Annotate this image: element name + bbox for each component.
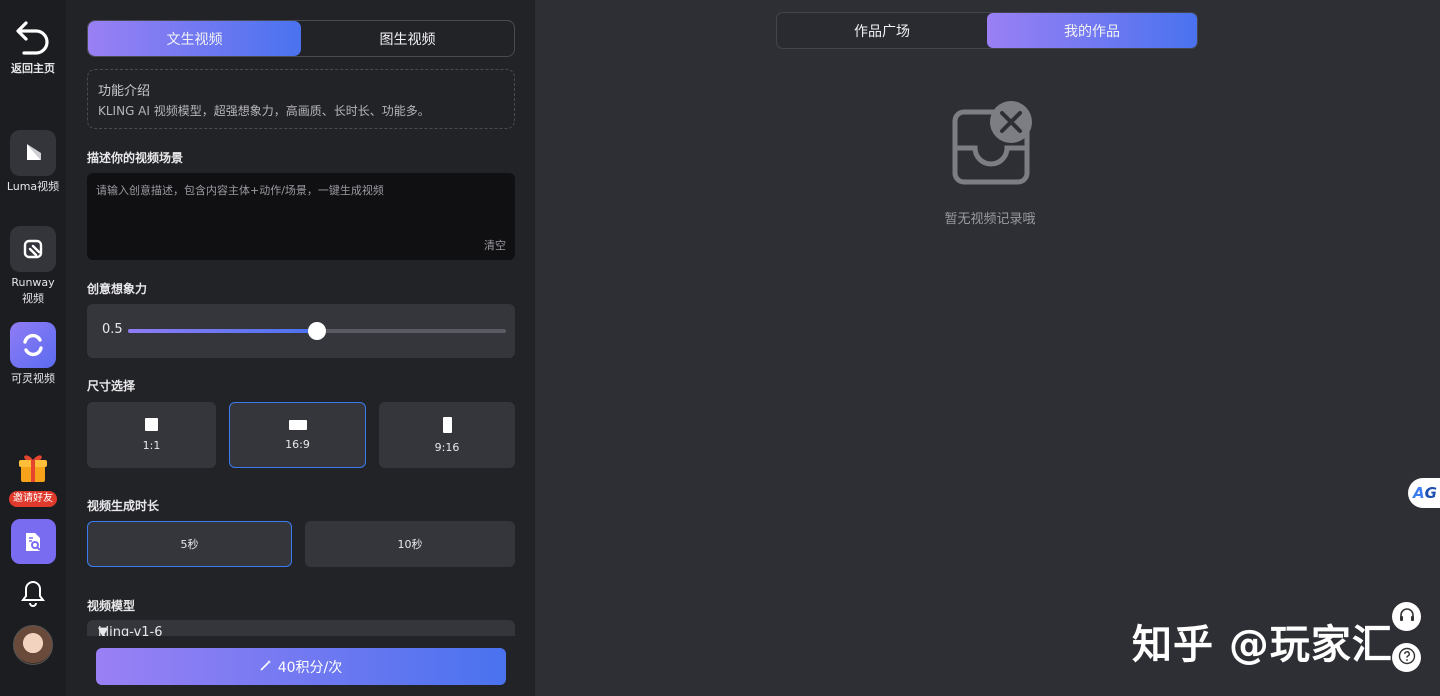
magic-wand-icon — [260, 659, 272, 674]
mode-tabs: 文生视频 图生视频 — [87, 20, 515, 57]
notifications-button[interactable] — [0, 578, 66, 608]
creativity-slider-handle[interactable] — [308, 322, 326, 340]
watermark: 知乎 @玩家汇 — [1132, 622, 1393, 668]
creativity-slider-track[interactable] — [128, 322, 506, 340]
results-tabs: 作品广场 我的作品 — [776, 12, 1198, 49]
back-arrow-icon — [10, 18, 56, 58]
size-option-label: 9:16 — [434, 440, 460, 454]
avatar-image — [13, 625, 53, 665]
generation-panel: 文生视频 图生视频 功能介绍 KLING AI 视频模型，超强想象力，高画质、长… — [66, 0, 535, 696]
generate-button-label: 40积分/次 — [277, 659, 343, 676]
ag-badge-right: G — [1424, 484, 1437, 502]
luma-icon — [10, 130, 56, 176]
feature-intro-text: KLING AI 视频模型，超强想象力，高画质、长时长、功能多。 — [98, 104, 430, 118]
bell-icon — [10, 578, 56, 608]
size-option-1-1[interactable]: 1:1 — [87, 402, 216, 468]
empty-inbox-icon — [940, 100, 1040, 194]
feature-intro: 功能介绍 KLING AI 视频模型，超强想象力，高画质、长时长、功能多。 — [87, 69, 515, 129]
headset-icon — [1398, 606, 1416, 628]
creativity-label: 创意想象力 — [87, 282, 148, 296]
bottom-bar: 40积分/次 — [66, 636, 535, 696]
rail-item-label: Luma视频 — [6, 180, 60, 193]
gift-icon — [10, 450, 56, 486]
tab-image-to-video[interactable]: 图生视频 — [301, 21, 514, 56]
creativity-slider-box: 0.5 — [87, 304, 515, 358]
square-icon — [145, 418, 158, 431]
rail-item-label: Runway视频 — [11, 276, 55, 305]
duration-label: 视频生成时长 — [87, 499, 160, 513]
tab-works-gallery[interactable]: 作品广场 — [777, 13, 987, 48]
clear-button[interactable]: 清空 — [484, 237, 506, 253]
duration-option-5s[interactable]: 5秒 — [87, 521, 292, 567]
invite-friends-button[interactable]: 邀请好友 — [0, 450, 66, 507]
creativity-slider-fill — [128, 329, 317, 333]
tab-my-works[interactable]: 我的作品 — [987, 13, 1197, 48]
prompt-box: 清空 — [87, 173, 515, 260]
document-search-button[interactable] — [0, 519, 66, 564]
tab-text-to-video[interactable]: 文生视频 — [88, 21, 301, 56]
size-option-16-9[interactable]: 16:9 — [229, 402, 366, 468]
ag-badge[interactable]: AG — [1408, 478, 1440, 508]
help-button[interactable] — [1392, 643, 1421, 672]
rail-item-label: 可灵视频 — [11, 372, 55, 385]
ag-badge-left: A — [1413, 484, 1425, 502]
empty-state: 暂无视频记录哦 — [940, 100, 1040, 227]
model-label: 视频模型 — [87, 599, 136, 613]
generate-button[interactable]: 40积分/次 — [96, 648, 506, 685]
feature-intro-title: 功能介绍 — [98, 84, 151, 99]
back-home-label: 返回主页 — [11, 62, 55, 75]
portrait-icon — [442, 416, 452, 433]
rail-item-kling[interactable]: 可灵视频 — [0, 322, 66, 387]
back-home-button[interactable]: 返回主页 — [0, 18, 66, 77]
empty-state-text: 暂无视频记录哦 — [944, 212, 1036, 227]
landscape-icon — [288, 419, 307, 430]
size-option-label: 1:1 — [142, 439, 161, 452]
rail-item-luma[interactable]: Luma视频 — [0, 130, 66, 195]
prompt-input[interactable] — [87, 173, 515, 260]
rail-item-runway[interactable]: Runway视频 — [0, 226, 66, 307]
model-select[interactable]: kling-v1-6 ▼ — [87, 620, 515, 636]
duration-option-10s[interactable]: 10秒 — [305, 521, 515, 567]
size-option-label: 16:9 — [285, 437, 310, 451]
question-icon — [1398, 647, 1416, 669]
runway-icon — [10, 226, 56, 272]
prompt-label: 描述你的视频场景 — [87, 151, 184, 165]
size-option-9-16[interactable]: 9:16 — [379, 402, 515, 468]
document-search-icon — [10, 519, 56, 564]
chevron-down-icon: ▼ — [98, 625, 108, 636]
creativity-value: 0.5 — [102, 322, 123, 337]
results-area: 作品广场 我的作品 暂无视频记录哦 AG 知乎 @玩家汇 — [535, 0, 1440, 696]
avatar[interactable] — [0, 625, 66, 665]
invite-friends-label: 邀请好友 — [9, 491, 57, 507]
customer-service-button[interactable] — [1392, 602, 1421, 631]
size-label: 尺寸选择 — [87, 379, 136, 393]
kling-icon — [10, 322, 56, 368]
left-rail: 返回主页 Luma视频 Runway视频 可灵视频 邀请好友 — [0, 0, 66, 696]
